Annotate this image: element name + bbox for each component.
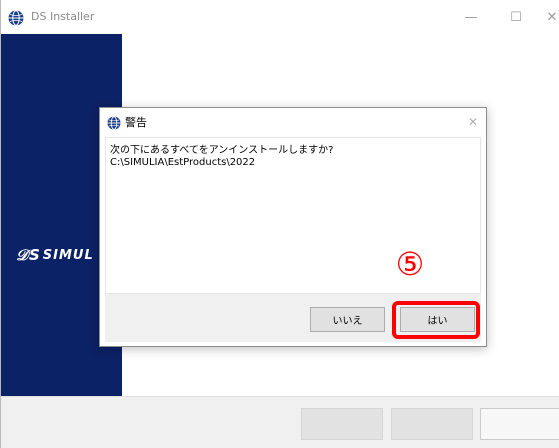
- close-window-button[interactable]: ✕: [542, 8, 559, 26]
- installer-footer: [1, 396, 559, 448]
- dialog-title: 警告: [125, 116, 147, 129]
- no-button[interactable]: いいえ: [310, 307, 385, 332]
- globe-icon: [107, 116, 121, 130]
- window-title: DS Installer: [31, 10, 95, 23]
- footer-button-3[interactable]: [480, 408, 559, 440]
- step-number-annotation: ⑤: [395, 245, 425, 283]
- ds-logo-mark: 𝒟S: [16, 246, 41, 264]
- brand-name: SIMUL: [42, 247, 94, 263]
- minimize-button[interactable]: —: [461, 8, 481, 26]
- yes-button-highlight: [392, 301, 480, 339]
- title-bar: DS Installer — ☐ ✕: [1, 0, 559, 34]
- dialog-path: C:\SIMULIA\EstProducts\2022: [110, 157, 256, 168]
- simulia-logo: 𝒟S SIMUL: [16, 246, 94, 264]
- dialog-close-button[interactable]: ✕: [468, 115, 478, 129]
- footer-button-1[interactable]: [301, 408, 383, 440]
- dialog-message: 次の下にあるすべてをアンインストールしますか?: [110, 145, 334, 156]
- dialog-title-bar: 警告 ✕: [100, 108, 486, 137]
- footer-button-2[interactable]: [391, 408, 473, 440]
- globe-icon: [8, 10, 24, 26]
- maximize-button[interactable]: ☐: [506, 8, 526, 26]
